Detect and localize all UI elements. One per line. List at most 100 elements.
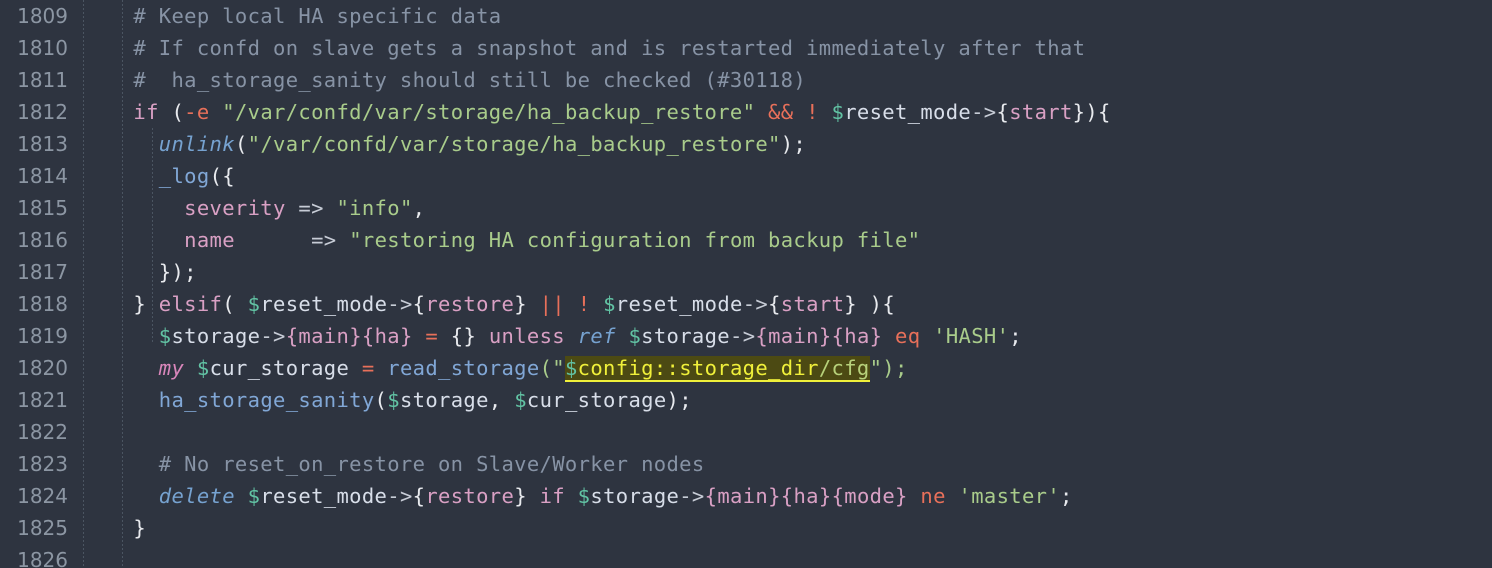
code-line[interactable]: unlink("/var/confd/var/storage/ha_backup… [108, 128, 1492, 160]
code-line[interactable]: # No reset_on_restore on Slave/Worker no… [108, 448, 1492, 480]
operator-token: ne [907, 484, 959, 508]
code-line[interactable]: my $cur_storage = read_storage("$config:… [108, 352, 1492, 384]
punctuation-token: } [133, 516, 147, 540]
sigil-token: $ [158, 324, 172, 348]
code-line[interactable] [108, 544, 1492, 568]
string-token: "); [869, 356, 908, 380]
arrow-token: -> [387, 292, 413, 316]
line-number: 1822 [17, 420, 68, 444]
function-token: ha_storage_sanity [158, 388, 375, 412]
variable-token: storage [171, 324, 261, 348]
punctuation-token: }); [158, 260, 197, 284]
variable-token: reset_mode [260, 484, 388, 508]
code-line[interactable]: _log({ [108, 160, 1492, 192]
code-line[interactable]: # Keep local HA specific data [108, 0, 1492, 32]
operator-token: && [755, 100, 794, 124]
search-match-tail: /cfg [818, 356, 870, 382]
code-line[interactable]: if (-e "/var/confd/var/storage/ha_backup… [108, 96, 1492, 128]
operator-token: eq [882, 324, 934, 348]
hash-key-token: {main} [755, 324, 832, 348]
punctuation-token: } [514, 292, 540, 316]
sigil-token: $ [514, 388, 527, 412]
keyword-token: unless [476, 324, 578, 348]
hash-key-token: {main} [285, 324, 362, 348]
comment-token: # Keep local HA specific data [108, 4, 502, 28]
punctuation-token: (" [539, 356, 565, 380]
code-line[interactable]: } elsif( $reset_mode->{restore} || ! $re… [108, 288, 1492, 320]
punctuation-token: ; [1060, 484, 1073, 508]
hash-key-token: severity [184, 196, 286, 220]
variable-token: reset_mode [844, 100, 972, 124]
comment-token: # No reset_on_restore on Slave/Worker no… [108, 452, 705, 476]
operator-token: = [412, 324, 451, 348]
code-line[interactable]: severity => "info", [108, 192, 1492, 224]
variable-token: cur_storage [209, 356, 350, 380]
line-number: 1826 [17, 548, 68, 568]
code-editor[interactable]: 1809 1810 1811 1812 1813 1814 1815 1816 … [0, 0, 1492, 568]
line-number: 1825 [17, 516, 68, 540]
code-line[interactable]: # ha_storage_sanity should still be chec… [108, 64, 1492, 96]
hash-key-token: {ha} [780, 484, 832, 508]
keyword-token: elsif [158, 292, 223, 316]
line-number: 1824 [17, 484, 68, 508]
comment-token: # If confd on slave gets a snapshot and … [108, 36, 1086, 60]
punctuation-token: }){ [1072, 100, 1111, 124]
keyword-token: delete [158, 484, 235, 508]
keyword-token: if [539, 484, 565, 508]
code-content-area[interactable]: # Keep local HA specific data # If confd… [84, 0, 1492, 568]
variable-token: reset_mode [615, 292, 743, 316]
code-line[interactable]: # If confd on slave gets a snapshot and … [108, 32, 1492, 64]
punctuation-token: ); [780, 132, 807, 156]
sigil-token: $ [247, 292, 261, 316]
punctuation-token: } ){ [844, 292, 896, 316]
line-number: 1816 [17, 228, 68, 252]
line-number: 1811 [17, 68, 68, 92]
line-number: 1815 [17, 196, 68, 220]
code-line[interactable]: } [108, 512, 1492, 544]
line-number: 1821 [17, 388, 68, 412]
code-line[interactable] [108, 416, 1492, 448]
arrow-token: -> [387, 484, 413, 508]
variable-token: storage [590, 484, 680, 508]
operator-token: || [539, 292, 565, 316]
hash-key-token: start [1009, 100, 1073, 124]
code-line[interactable]: ha_storage_sanity($storage, $cur_storage… [108, 384, 1492, 416]
search-match-sigil: $ [564, 356, 578, 382]
function-token: unlink [158, 132, 235, 156]
line-number: 1813 [17, 132, 68, 156]
hash-key-token: {ha} [831, 324, 883, 348]
line-number: 1823 [17, 452, 68, 476]
hash-key-token: name [184, 228, 235, 252]
variable-token: storage [641, 324, 731, 348]
code-line[interactable]: delete $reset_mode->{restore} if $storag… [108, 480, 1492, 512]
hash-key-token: {main} [704, 484, 781, 508]
punctuation-token: ( [222, 292, 248, 316]
line-number: 1814 [17, 164, 68, 188]
punctuation-token: ); [666, 388, 692, 412]
code-line[interactable]: $storage->{main}{ha} = {} unless ref $st… [108, 320, 1492, 352]
sigil-token: $ [818, 100, 845, 124]
sigil-token: $ [234, 484, 261, 508]
hash-key-token: start [780, 292, 845, 316]
punctuation-token: ( [158, 100, 185, 124]
punctuation-token: ( [374, 388, 388, 412]
sigil-token: $ [564, 484, 591, 508]
punctuation-token: { [768, 292, 781, 316]
keyword-token: my [158, 356, 185, 380]
code-line[interactable]: }); [108, 256, 1492, 288]
variable-token: storage [399, 388, 489, 412]
code-line[interactable]: name => "restoring HA configuration from… [108, 224, 1492, 256]
operator-token: = [349, 356, 388, 380]
hash-key-token: restore [425, 484, 515, 508]
sigil-token: $ [387, 388, 400, 412]
string-token: "/var/confd/var/storage/ha_backup_restor… [209, 100, 756, 124]
function-token: read_storage [387, 356, 540, 380]
punctuation-token: {} [450, 324, 477, 348]
